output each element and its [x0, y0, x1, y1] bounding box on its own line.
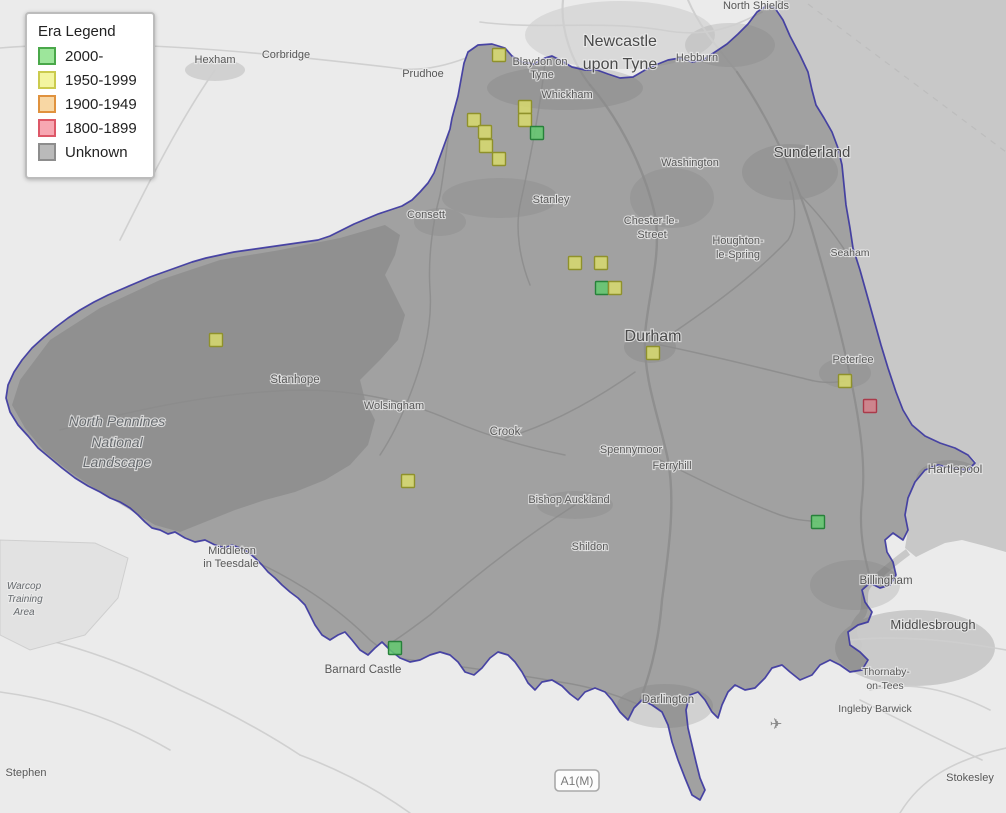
road-badge-a1m: A1(M)	[555, 770, 599, 791]
legend-item-label: Unknown	[65, 144, 128, 161]
era-marker[interactable]	[839, 375, 852, 388]
era-marker[interactable]	[519, 101, 532, 114]
place-label: on-Tees	[866, 680, 903, 692]
place-label: Stanley	[533, 194, 570, 206]
place-label: Landscape	[83, 454, 152, 470]
place-label: Newcastle	[583, 33, 657, 50]
era-marker[interactable]	[864, 400, 877, 413]
place-label: Hartlepool	[928, 462, 983, 476]
place-label: Street	[637, 229, 666, 241]
place-label: Middlesbrough	[890, 617, 975, 632]
place-label: National	[91, 434, 143, 450]
place-label: Stephen	[6, 767, 47, 779]
era-marker[interactable]	[609, 282, 622, 295]
place-label: Bishop Auckland	[528, 494, 609, 506]
legend-swatch-icon	[38, 47, 56, 65]
place-label: Sunderland	[774, 144, 851, 161]
place-label: Corbridge	[262, 49, 310, 61]
legend-item-label: 1950-1999	[65, 72, 137, 89]
place-label: Darlington	[642, 694, 694, 706]
era-marker[interactable]	[647, 347, 660, 360]
place-label: Tyne	[530, 69, 554, 81]
place-label: Chester-le-	[624, 215, 679, 227]
era-marker[interactable]	[595, 257, 608, 270]
era-marker[interactable]	[480, 140, 493, 153]
place-label: Shildon	[572, 541, 609, 553]
airport-icon: ✈	[770, 715, 783, 733]
place-label: Spennymoor	[600, 444, 663, 456]
legend-swatch-icon	[38, 95, 56, 113]
era-legend: Era Legend 2000- 1950-1999 1900-1949 1800-1…	[25, 12, 155, 179]
legend-item-label: 1800-1899	[65, 120, 137, 137]
legend-swatch-icon	[38, 143, 56, 161]
legend-swatch-icon	[38, 71, 56, 89]
place-label: North Shields	[723, 0, 790, 12]
era-marker[interactable]	[519, 114, 532, 127]
place-label: le-Spring	[716, 249, 760, 261]
place-label: Stanhope	[270, 374, 319, 386]
legend-item: 1800-1899	[38, 119, 137, 137]
era-marker[interactable]	[569, 257, 582, 270]
place-label: Crook	[490, 426, 521, 438]
legend-item: 1900-1949	[38, 95, 137, 113]
era-marker[interactable]	[389, 642, 402, 655]
place-label: Hebburn	[676, 52, 718, 64]
legend-swatch-icon	[38, 119, 56, 137]
place-label: Barnard Castle	[325, 664, 402, 676]
place-label: Consett	[407, 209, 445, 221]
place-label: Ferryhill	[652, 460, 691, 472]
place-label: Ingleby Barwick	[838, 703, 912, 715]
place-label: upon Tyne	[583, 56, 658, 73]
place-label: Seaham	[830, 247, 869, 259]
era-marker[interactable]	[493, 49, 506, 62]
place-label: Thornaby-	[862, 666, 910, 678]
place-label: Training	[7, 594, 43, 605]
era-marker[interactable]	[468, 114, 481, 127]
place-label: Middleton	[208, 545, 256, 557]
legend-item: 2000-	[38, 47, 137, 65]
legend-item: Unknown	[38, 143, 137, 161]
legend-item: 1950-1999	[38, 71, 137, 89]
place-label: Peterlee	[833, 354, 874, 366]
place-label: Blaydon on	[512, 56, 567, 68]
place-label: Houghton-	[712, 235, 764, 247]
legend-title: Era Legend	[38, 23, 137, 40]
road-badge-label: A1(M)	[561, 774, 594, 788]
place-label: Warcop	[7, 581, 42, 592]
place-label: in Teesdale	[203, 558, 258, 570]
legend-items: 2000- 1950-1999 1900-1949 1800-1899 Unknown	[38, 47, 137, 161]
place-label: Prudhoe	[402, 68, 444, 80]
place-label: Durham	[625, 328, 682, 345]
era-marker[interactable]	[812, 516, 825, 529]
era-marker[interactable]	[596, 282, 609, 295]
place-label: Hexham	[195, 54, 236, 66]
legend-item-label: 2000-	[65, 48, 103, 65]
era-marker[interactable]	[493, 153, 506, 166]
icon-layer: ✈	[770, 715, 783, 733]
era-marker[interactable]	[210, 334, 223, 347]
place-label: Stokesley	[946, 772, 994, 784]
map-stage: ✈ A1(M) Newcastle upon Tyne Sunderland Durh…	[0, 0, 1006, 813]
place-label: Billingham	[859, 575, 912, 587]
era-marker[interactable]	[479, 126, 492, 139]
place-label: North Pennines	[69, 413, 166, 429]
place-label: Whickham	[541, 89, 592, 101]
era-marker[interactable]	[531, 127, 544, 140]
place-label: Washington	[661, 157, 719, 169]
legend-item-label: 1900-1949	[65, 96, 137, 113]
place-label: Area	[12, 607, 35, 618]
place-label: Wolsingham	[364, 400, 424, 412]
era-marker[interactable]	[402, 475, 415, 488]
